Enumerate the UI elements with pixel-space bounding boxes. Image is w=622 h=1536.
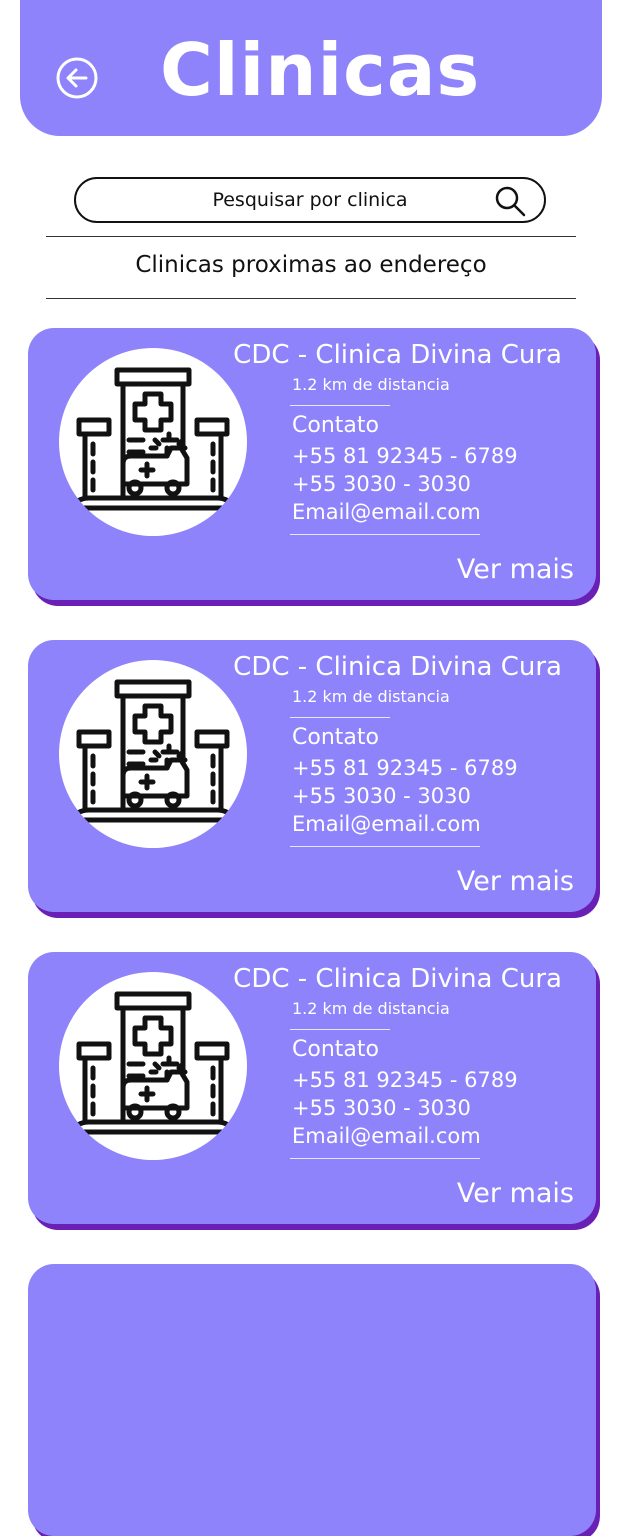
clinic-phone[interactable]: +55 3030 - 3030 (292, 784, 471, 808)
clinic-email[interactable]: Email@email.com (292, 812, 481, 836)
page-title: Clinicas (160, 28, 481, 112)
section-title: Clinicas proximas ao endereço (135, 252, 487, 278)
clinic-card[interactable]: CDC - Clinica Divina Cura 1.2 km de dist… (28, 328, 596, 600)
hospital-icon (59, 348, 247, 536)
contact-label: Contato (292, 1037, 379, 1062)
see-more-button[interactable]: Ver mais (457, 866, 574, 897)
clinic-card[interactable] (28, 1264, 596, 1536)
clinic-distance: 1.2 km de distancia (292, 375, 450, 394)
clinic-phone[interactable]: +55 81 92345 - 6789 (292, 444, 518, 468)
clinic-card[interactable]: CDC - Clinica Divina Cura 1.2 km de dist… (28, 640, 596, 912)
clinic-image (59, 660, 247, 848)
hospital-icon (59, 972, 247, 1160)
divider (290, 534, 480, 535)
clinic-email[interactable]: Email@email.com (292, 500, 481, 524)
clinic-phone[interactable]: +55 81 92345 - 6789 (292, 1068, 518, 1092)
clinic-email[interactable]: Email@email.com (292, 1124, 481, 1148)
clinic-image (59, 348, 247, 536)
contact-label: Contato (292, 413, 379, 438)
search-icon[interactable] (494, 185, 526, 217)
clinic-phone[interactable]: +55 3030 - 3030 (292, 472, 471, 496)
clinic-name: CDC - Clinica Divina Cura (233, 340, 562, 370)
divider (290, 405, 390, 406)
divider (46, 236, 576, 237)
divider (290, 1029, 390, 1030)
clinic-card[interactable]: CDC - Clinica Divina Cura 1.2 km de dist… (28, 952, 596, 1224)
clinic-phone[interactable]: +55 81 92345 - 6789 (292, 756, 518, 780)
divider (290, 1158, 480, 1159)
app-header: Clinicas (20, 0, 602, 136)
clinic-name: CDC - Clinica Divina Cura (233, 652, 562, 682)
clinic-distance: 1.2 km de distancia (292, 999, 450, 1018)
see-more-button[interactable]: Ver mais (457, 554, 574, 585)
search-bar[interactable] (74, 177, 546, 223)
clinic-name: CDC - Clinica Divina Cura (233, 964, 562, 994)
search-input[interactable] (76, 179, 544, 221)
divider (290, 846, 480, 847)
clinic-distance: 1.2 km de distancia (292, 687, 450, 706)
clinic-phone[interactable]: +55 3030 - 3030 (292, 1096, 471, 1120)
clinic-image (59, 972, 247, 1160)
see-more-button[interactable]: Ver mais (457, 1178, 574, 1209)
divider (290, 717, 390, 718)
divider (46, 298, 576, 299)
hospital-icon (59, 660, 247, 848)
contact-label: Contato (292, 725, 379, 750)
back-arrow-icon[interactable] (55, 56, 99, 100)
